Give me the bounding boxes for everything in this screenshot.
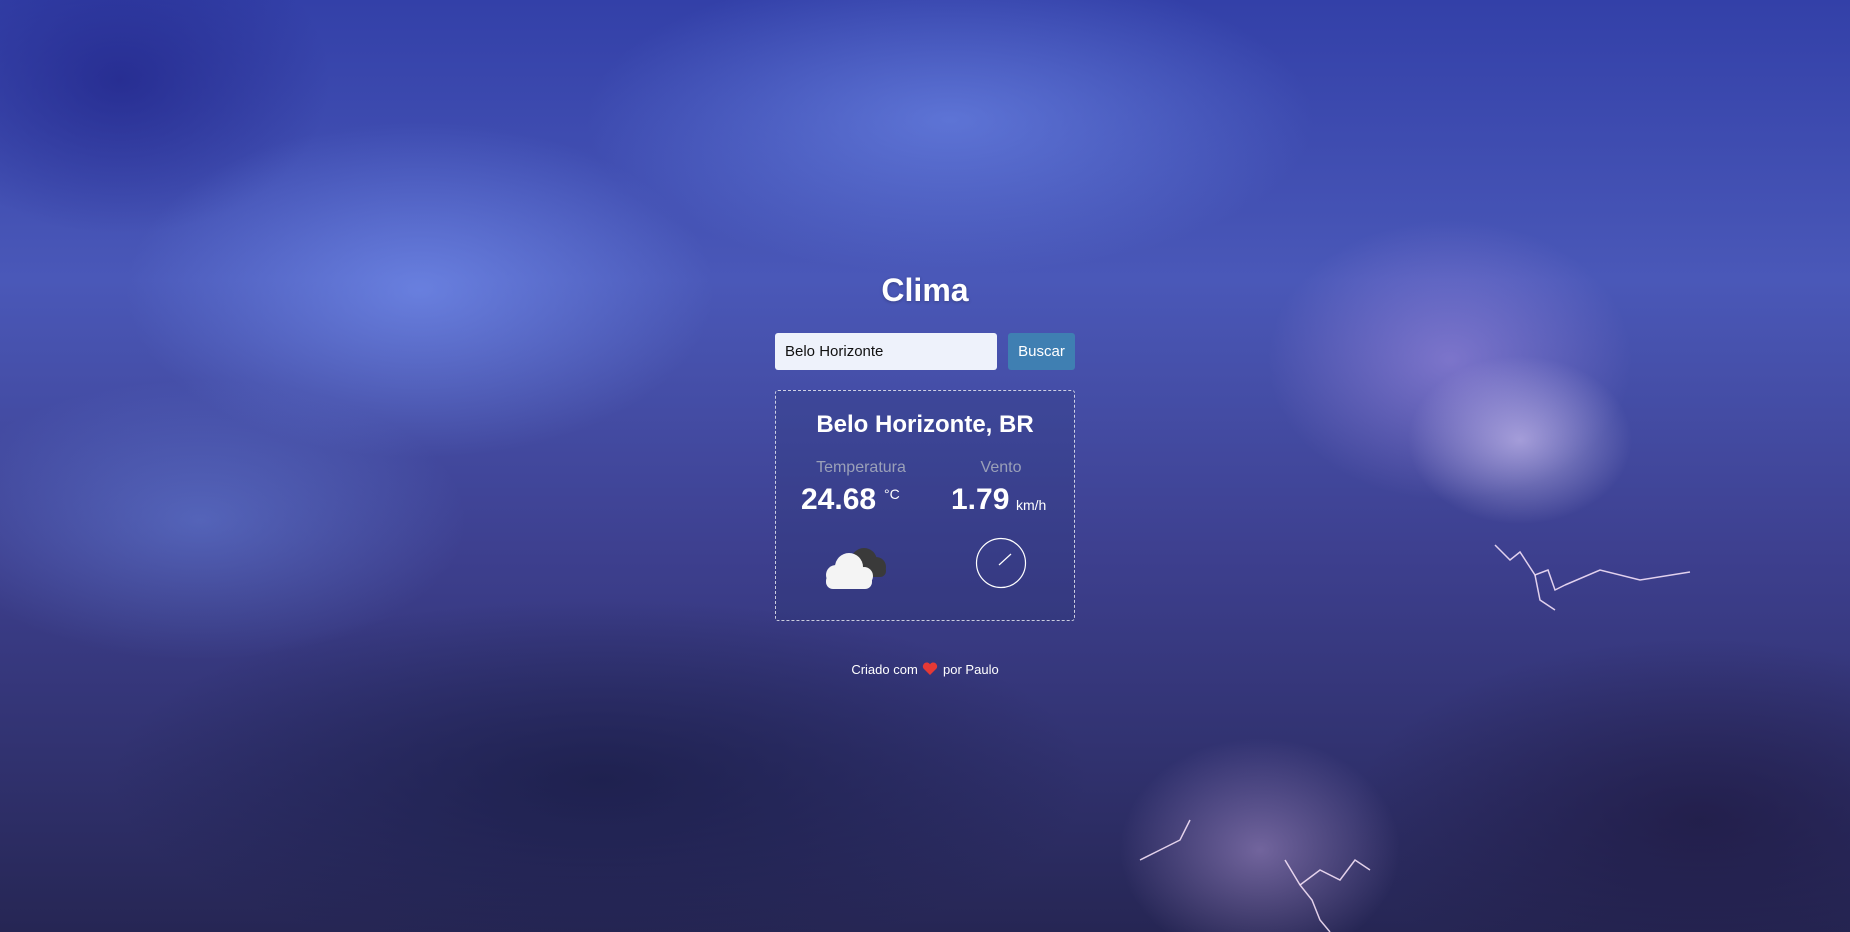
temperature-label: Temperatura <box>816 459 906 476</box>
wind-value: 1.79 <box>951 483 1010 516</box>
app-container: Clima Buscar Belo Horizonte, BR Temperat… <box>0 0 1850 932</box>
search-form: Buscar <box>775 333 1075 370</box>
temperature-unit: °C <box>884 486 900 502</box>
city-search-input[interactable] <box>775 333 997 370</box>
cloudy-icon <box>826 548 886 589</box>
footer-credit: Criado com por Paulo <box>0 662 1850 677</box>
wind-compass-icon <box>975 537 1027 589</box>
wind-label: Vento <box>980 459 1022 476</box>
app-title: Clima <box>881 272 969 308</box>
weather-card: Belo Horizonte, BR Temperatura Vento 24.… <box>775 390 1075 621</box>
search-button[interactable]: Buscar <box>1008 333 1075 370</box>
temperature-value: 24.68 <box>801 483 877 516</box>
heart-icon <box>923 662 938 675</box>
footer-suffix: por Paulo <box>943 662 999 677</box>
location-title: Belo Horizonte, BR <box>816 411 1034 438</box>
footer-prefix: Criado com <box>851 662 918 677</box>
wind-unit: km/h <box>1016 497 1047 513</box>
